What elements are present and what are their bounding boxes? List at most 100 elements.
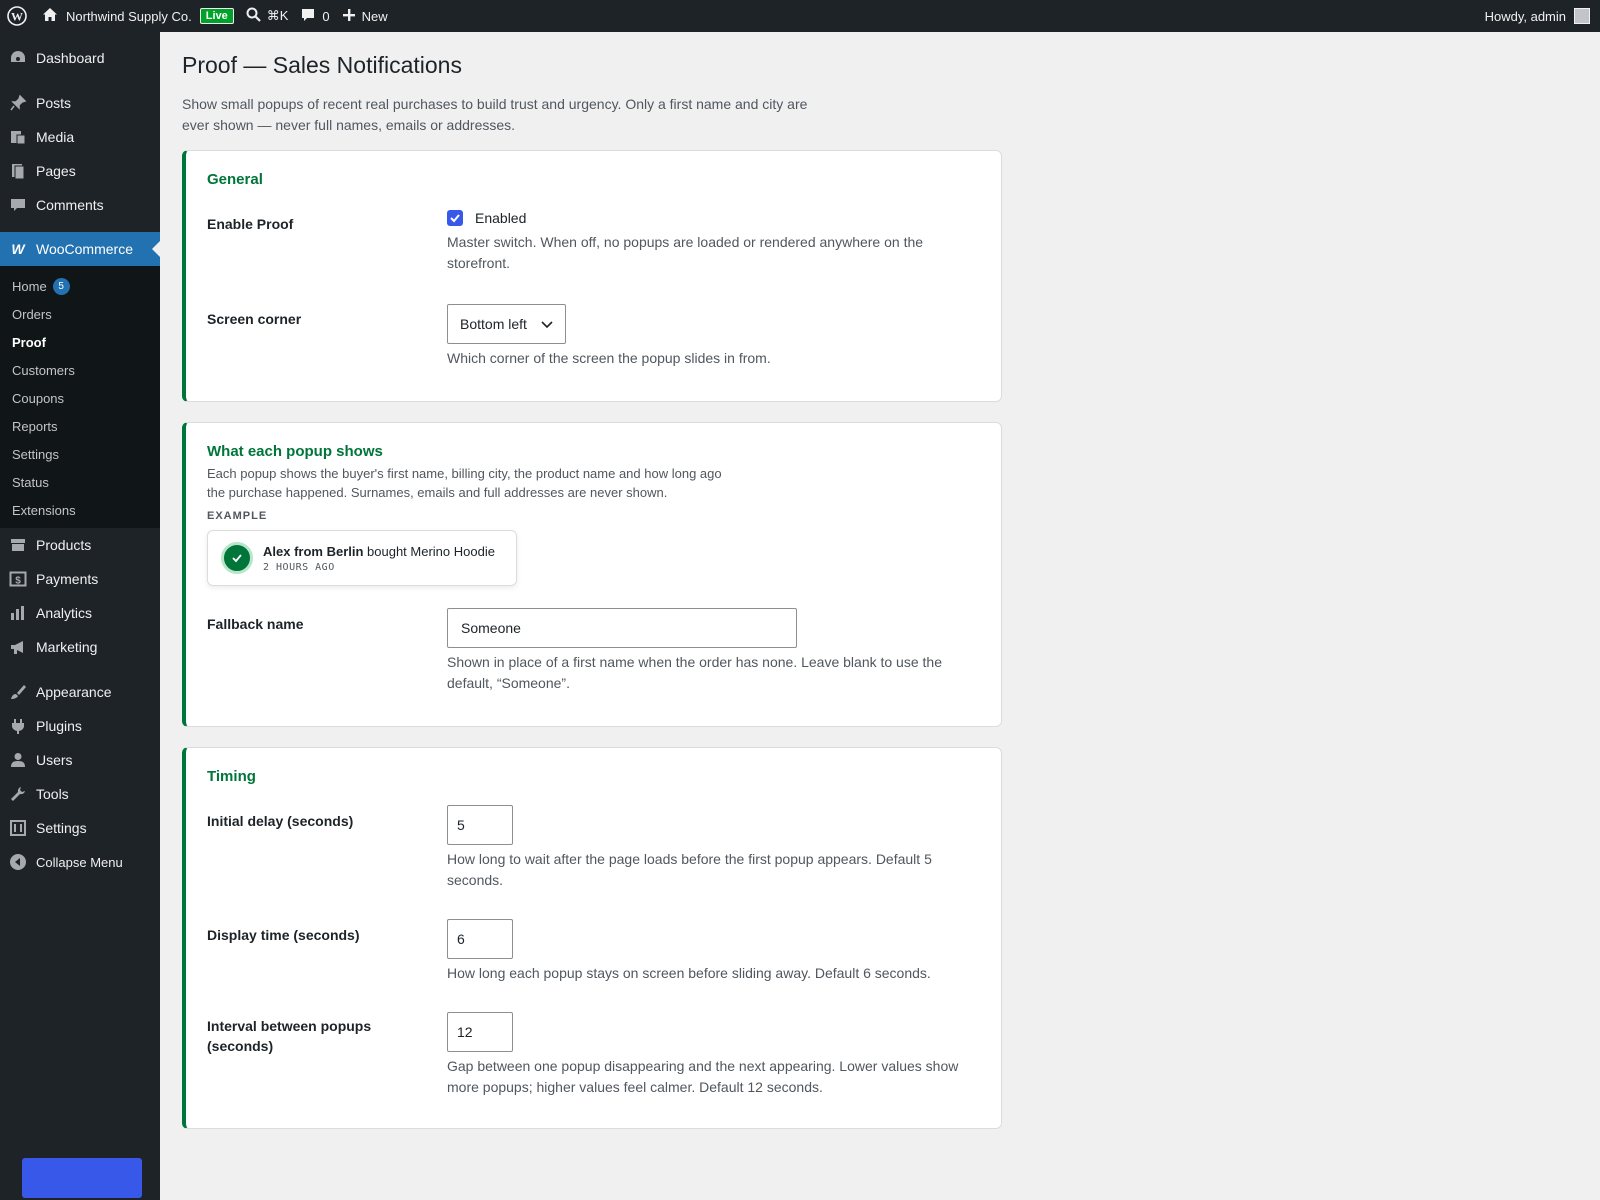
general-section: General Enable Proof Enabled Master swit… <box>182 150 1002 402</box>
menu-item-posts[interactable]: Posts <box>0 86 160 120</box>
menu-label: Posts <box>36 95 72 111</box>
menu-label: Dashboard <box>36 50 105 66</box>
woocommerce-icon: W <box>8 239 28 259</box>
screen-corner-select[interactable]: Bottom left <box>447 304 566 344</box>
menu-item-pages[interactable]: Pages <box>0 154 160 188</box>
search-shortcut: ⌘K <box>266 8 289 23</box>
submenu-coupons[interactable]: Coupons <box>0 384 160 412</box>
section-heading-popup: What each popup shows <box>207 443 383 460</box>
screen-corner-help: Which corner of the screen the popup sli… <box>447 350 771 366</box>
collapse-arrow-icon <box>8 852 28 872</box>
admin-bar: W Northwind Supply Co. Live ⌘K 0 New How… <box>0 0 1600 32</box>
menu-item-users[interactable]: Users <box>0 743 160 777</box>
live-badge: Live <box>199 8 234 24</box>
display-time-input[interactable]: 6 <box>447 919 513 959</box>
menu-item-appearance[interactable]: Appearance <box>0 675 160 709</box>
enabled-checkbox[interactable] <box>447 210 463 226</box>
menu-item-products[interactable]: Products <box>0 528 160 562</box>
display-time-help: How long each popup stays on screen befo… <box>447 965 931 981</box>
menu-item-comments[interactable]: Comments <box>0 188 160 222</box>
new-content-button[interactable]: New <box>336 0 394 32</box>
new-label: New <box>361 8 388 24</box>
menu-item-plugins[interactable]: Plugins <box>0 709 160 743</box>
enable-proof-toggle[interactable]: Enabled <box>447 210 967 226</box>
command-search-button[interactable]: ⌘K <box>240 0 295 32</box>
media-icon <box>8 127 28 147</box>
check-circle-icon <box>221 542 253 574</box>
menu-item-dashboard[interactable]: Dashboard <box>0 41 160 75</box>
timing-section: Timing Initial delay (seconds) 5 How lon… <box>182 747 1002 1129</box>
fallback-name-help: Shown in place of a first name when the … <box>447 654 942 691</box>
menu-item-media[interactable]: Media <box>0 120 160 154</box>
submenu-customers[interactable]: Customers <box>0 356 160 384</box>
menu-item-analytics[interactable]: Analytics <box>0 596 160 630</box>
fallback-name-input[interactable]: Someone <box>447 608 797 648</box>
initial-delay-input[interactable]: 5 <box>447 805 513 845</box>
menu-label: Comments <box>36 197 104 213</box>
avatar <box>1574 8 1590 24</box>
interval-input[interactable]: 12 <box>447 1012 513 1052</box>
submenu-home[interactable]: Home 5 <box>0 272 160 300</box>
menu-label: Payments <box>36 571 99 587</box>
example-popup-text: Alex from Berlin bought Merino Hoodie <box>263 544 495 559</box>
menu-item-woocommerce[interactable]: W WooCommerce <box>0 232 160 266</box>
menu-label: Settings <box>36 820 87 836</box>
menu-item-payments[interactable]: $ Payments <box>0 562 160 596</box>
menu-label: Marketing <box>36 639 98 655</box>
search-icon <box>246 7 261 25</box>
wordpress-logo-icon[interactable]: W <box>0 0 34 32</box>
menu-label: Pages <box>36 163 76 179</box>
submenu-reports[interactable]: Reports <box>0 412 160 440</box>
user-icon <box>8 750 28 770</box>
display-time-label: Display time (seconds) <box>207 927 360 943</box>
save-changes-button[interactable] <box>22 1158 142 1198</box>
svg-text:$: $ <box>15 576 21 587</box>
initial-delay-label: Initial delay (seconds) <box>207 813 354 829</box>
paintbrush-icon <box>8 682 28 702</box>
notification-count-badge: 5 <box>52 277 70 295</box>
submenu-status[interactable]: Status <box>0 468 160 496</box>
menu-label: Users <box>36 752 73 768</box>
account-menu[interactable]: Howdy, admin <box>1485 0 1590 32</box>
menu-item-settings[interactable]: Settings <box>0 811 160 845</box>
megaphone-icon <box>8 637 28 657</box>
example-popup: Alex from Berlin bought Merino Hoodie 2 … <box>207 530 517 586</box>
interval-help: Gap between one popup disappearing and t… <box>447 1058 959 1095</box>
main-content: Proof — Sales Notifications Show small p… <box>160 32 1600 1129</box>
menu-label: Appearance <box>36 684 112 700</box>
page-description: Show small popups of recent real purchas… <box>182 96 808 133</box>
woocommerce-submenu: Home 5 Orders Proof Customers Coupons Rep… <box>0 266 160 528</box>
submenu-settings[interactable]: Settings <box>0 440 160 468</box>
example-label: EXAMPLE <box>207 510 268 522</box>
section-heading-general: General <box>207 171 263 188</box>
submenu-proof[interactable]: Proof <box>0 328 160 356</box>
comments-link[interactable]: 0 <box>294 0 335 32</box>
initial-delay-help: How long to wait after the page loads be… <box>447 851 932 888</box>
submenu-orders[interactable]: Orders <box>0 300 160 328</box>
fallback-name-label: Fallback name <box>207 616 304 632</box>
menu-item-tools[interactable]: Tools <box>0 777 160 811</box>
example-buyer: Alex from Berlin <box>263 543 364 559</box>
menu-label: Plugins <box>36 718 82 734</box>
site-name-link[interactable]: Northwind Supply Co. Live <box>34 0 240 32</box>
wrench-icon <box>8 784 28 804</box>
submenu-label: Home <box>12 278 47 294</box>
comment-count: 0 <box>322 8 330 24</box>
page-title: Proof — Sales Notifications <box>182 52 462 78</box>
example-popup-time: 2 HOURS AGO <box>263 561 335 573</box>
plugin-icon <box>8 716 28 736</box>
svg-text:W: W <box>11 242 26 256</box>
menu-label: Tools <box>36 786 69 802</box>
comment-icon <box>300 7 316 26</box>
screen-corner-label: Screen corner <box>207 311 302 327</box>
submenu-extensions[interactable]: Extensions <box>0 496 160 524</box>
menu-item-marketing[interactable]: Marketing <box>0 630 160 664</box>
howdy-text: Howdy, admin <box>1484 8 1566 24</box>
menu-label: Collapse Menu <box>36 854 123 870</box>
collapse-menu-button[interactable]: Collapse Menu <box>0 845 160 879</box>
bar-chart-icon <box>8 603 28 623</box>
comment-icon <box>8 195 28 215</box>
check-icon <box>450 214 460 223</box>
archive-icon <box>8 535 28 555</box>
popup-content-section: What each popup shows Each popup shows t… <box>182 422 1002 727</box>
